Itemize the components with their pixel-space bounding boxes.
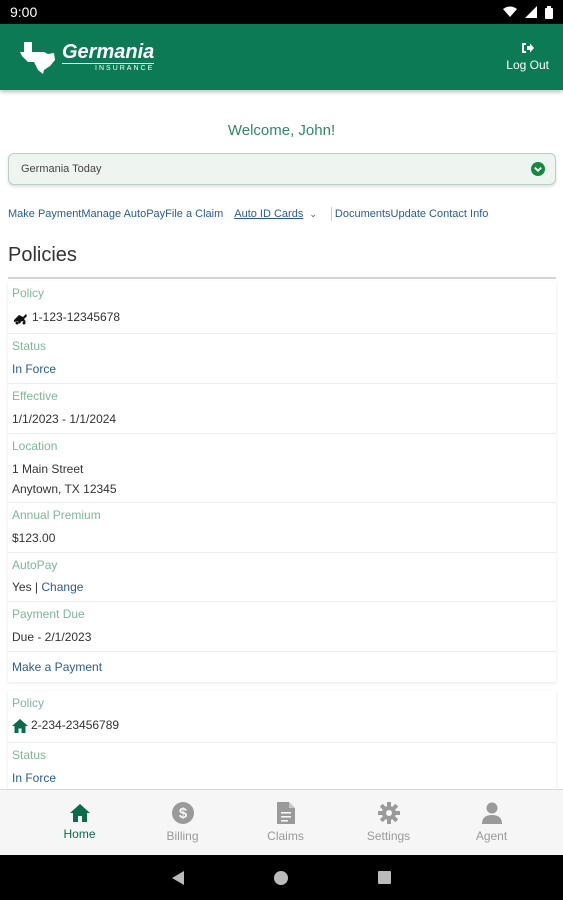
policy-label: Policy bbox=[12, 286, 45, 300]
status-row: Status In Force bbox=[8, 334, 556, 384]
nav-agent-label: Agent bbox=[475, 829, 508, 843]
autopay-change-link[interactable]: Change bbox=[41, 580, 83, 594]
autopay-status: Yes bbox=[12, 580, 32, 594]
nav-billing-label: Billing bbox=[166, 829, 199, 843]
manage-autopay-link[interactable]: Manage AutoPay bbox=[81, 208, 165, 220]
logout-label: Log Out bbox=[506, 58, 549, 72]
make-payment-policy-link[interactable]: Make a Payment bbox=[12, 660, 102, 674]
recents-icon[interactable] bbox=[378, 871, 391, 884]
status-time: 9:00 bbox=[10, 4, 38, 20]
status-label: Status bbox=[12, 748, 47, 762]
location-label: Location bbox=[12, 439, 58, 453]
policy-number[interactable]: 1-123-12345678 bbox=[12, 310, 120, 325]
status-row: Status In Force bbox=[8, 743, 556, 789]
policy-number[interactable]: 2-234-23456789 bbox=[12, 718, 119, 733]
effective-label: Effective bbox=[12, 389, 58, 403]
premium-value: $123.00 bbox=[12, 531, 56, 545]
main-content[interactable]: Welcome, John! Germania Today Make Payme… bbox=[0, 90, 563, 789]
payment-link-row: Make a Payment bbox=[8, 652, 556, 682]
update-contact-link[interactable]: Update Contact Info bbox=[391, 208, 489, 220]
nav-home[interactable]: Home bbox=[28, 790, 131, 855]
chevron-down-circle-icon bbox=[531, 162, 545, 176]
section-divider bbox=[8, 277, 556, 279]
nav-agent[interactable]: Agent bbox=[440, 790, 543, 855]
back-icon[interactable] bbox=[172, 870, 184, 885]
svg-text:$: $ bbox=[178, 805, 187, 822]
news-dropdown[interactable]: Germania Today bbox=[8, 153, 556, 185]
news-dropdown-value: Germania Today bbox=[21, 163, 102, 175]
signal-icon bbox=[525, 6, 537, 18]
policy-number-text: 1-123-12345678 bbox=[32, 310, 121, 324]
quick-links: Make Payment Manage AutoPay File a Claim… bbox=[8, 207, 488, 221]
gear-icon bbox=[377, 802, 400, 824]
status-value: In Force bbox=[12, 771, 57, 785]
nav-home-label: Home bbox=[63, 827, 96, 841]
policy-card: Policy 1-123-12345678 Status In Force Ef… bbox=[8, 281, 556, 682]
file-claim-link[interactable]: File a Claim bbox=[165, 208, 223, 220]
status-bar: 9:00 bbox=[0, 0, 563, 24]
make-payment-link[interactable]: Make Payment bbox=[8, 208, 81, 220]
person-icon bbox=[481, 802, 502, 824]
location-line-1: 1 Main Street bbox=[12, 462, 84, 476]
nav-claims[interactable]: Claims bbox=[234, 790, 337, 855]
nav-settings[interactable]: Settings bbox=[337, 790, 440, 855]
policy-card: Policy 2-234-23456789 Status In Force bbox=[8, 691, 556, 789]
premium-row: Annual Premium $123.00 bbox=[8, 503, 556, 553]
dollar-icon: $ bbox=[171, 802, 194, 824]
logout-icon bbox=[522, 43, 535, 53]
logo-name: Germania bbox=[62, 41, 155, 63]
documents-link[interactable]: Documents bbox=[335, 208, 391, 220]
home-icon bbox=[12, 718, 28, 733]
system-icons bbox=[503, 5, 553, 19]
autopay-value: Yes | Change bbox=[12, 580, 83, 594]
app-header: Germania INSURANCE Log Out bbox=[0, 24, 563, 90]
policies-heading: Policies bbox=[8, 244, 77, 266]
document-icon bbox=[276, 802, 295, 824]
logo-subtitle: INSURANCE bbox=[62, 63, 155, 72]
bottom-nav: Home $ Billing Claims Settings Agent bbox=[0, 789, 563, 855]
link-divider bbox=[330, 207, 332, 221]
effective-value: 1/1/2023 - 1/1/2024 bbox=[12, 412, 117, 426]
nav-billing[interactable]: $ Billing bbox=[131, 790, 234, 855]
home-icon bbox=[69, 804, 90, 822]
policy-row: Policy 2-234-23456789 bbox=[8, 691, 556, 743]
effective-row: Effective 1/1/2023 - 1/1/2024 bbox=[8, 384, 556, 434]
status-label: Status bbox=[12, 339, 47, 353]
policy-label: Policy bbox=[12, 696, 45, 710]
home-button-icon[interactable] bbox=[274, 870, 288, 885]
location-line-2: Anytown, TX 12345 bbox=[12, 482, 117, 496]
payment-due-row: Payment Due Due - 2/1/2023 bbox=[8, 602, 556, 652]
caret-down-icon[interactable]: ⌄ bbox=[309, 209, 317, 220]
status-value: In Force bbox=[12, 362, 57, 376]
payment-due-value: Due - 2/1/2023 bbox=[12, 630, 92, 644]
autopay-label: AutoPay bbox=[12, 558, 58, 572]
wifi-icon bbox=[503, 6, 517, 17]
germania-logo: Germania INSURANCE bbox=[18, 40, 155, 74]
nav-settings-label: Settings bbox=[366, 829, 411, 843]
car-crash-icon bbox=[14, 313, 27, 325]
policy-number-text: 2-234-23456789 bbox=[31, 718, 120, 732]
autopay-separator: | bbox=[31, 580, 42, 594]
autopay-row: AutoPay Yes | Change bbox=[8, 553, 556, 602]
system-navigation bbox=[0, 855, 563, 900]
location-row: Location 1 Main Street Anytown, TX 12345 bbox=[8, 434, 556, 503]
logout-button[interactable]: Log Out bbox=[506, 42, 549, 72]
payment-due-label: Payment Due bbox=[12, 607, 85, 621]
texas-logo-icon bbox=[20, 42, 55, 74]
welcome-message: Welcome, John! bbox=[227, 122, 336, 139]
nav-claims-label: Claims bbox=[267, 829, 304, 843]
auto-id-cards-link[interactable]: Auto ID Cards bbox=[234, 208, 303, 220]
premium-label: Annual Premium bbox=[12, 508, 101, 522]
battery-icon bbox=[545, 5, 553, 19]
policy-row: Policy 1-123-12345678 bbox=[8, 281, 556, 334]
